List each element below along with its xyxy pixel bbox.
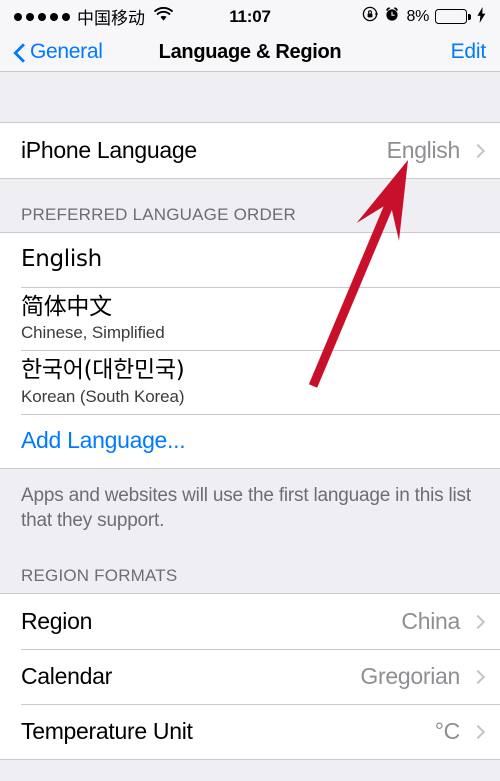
iphone-settings-screen: 中国移动 11:07 8% General Language & Region … [0,0,500,781]
row-temperature-unit-value: °C [434,718,461,745]
section-header-preferred-language-order: PREFERRED LANGUAGE ORDER [0,179,500,232]
row-calendar-value: Gregorian [360,663,460,690]
iphone-language-group: iPhone Language English [0,122,500,179]
row-temperature-unit[interactable]: Temperature Unit °C [0,704,500,760]
settings-content: iPhone Language English PREFERRED LANGUA… [0,72,500,761]
signal-strength-dots [14,12,70,21]
battery-percentage: 8% [406,7,429,25]
battery-icon [435,9,467,24]
preferred-language-footer-note: Apps and websites will use the first lan… [0,468,500,541]
row-calendar-label: Calendar [21,663,112,690]
row-calendar[interactable]: Calendar Gregorian [0,649,500,705]
language-native-name: 한국어(대한민국) [21,357,185,384]
add-language-label: Add Language... [21,427,186,454]
row-temperature-unit-label: Temperature Unit [21,718,193,745]
status-bar-right: 8% [362,6,486,27]
top-spacer [0,72,500,122]
navigation-bar: General Language & Region Edit [0,33,500,72]
row-iphone-language-value: English [386,137,461,163]
alarm-clock-icon [384,6,400,27]
language-english-name: Chinese, Simplified [21,323,165,343]
list-item-language[interactable]: 한국어(대한민국) Korean (South Korea) [0,350,500,414]
back-button-general[interactable]: General [14,40,103,64]
row-region[interactable]: Region China [0,594,500,650]
carrier-name: 中国移动 [77,9,145,29]
edit-button[interactable]: Edit [451,40,487,64]
language-native-name: 简体中文 [21,294,112,320]
list-item-language[interactable]: 简体中文 Chinese, Simplified [0,287,500,351]
region-formats-group: Region China Calendar Gregorian Temperat… [0,593,500,761]
rotation-lock-icon [362,6,379,27]
row-iphone-language-label: iPhone Language [21,137,197,163]
language-native-name: English [21,246,102,273]
row-iphone-language[interactable]: iPhone Language English [0,123,500,178]
preferred-language-group: English 简体中文 Chinese, Simplified 한국어(대한민… [0,232,500,469]
row-region-value: China [401,608,460,635]
lightning-bolt-icon [477,6,486,27]
section-header-region-formats: REGION FORMATS [0,540,500,594]
chevron-left-icon [14,43,25,62]
chevron-right-icon [470,143,486,158]
status-bar-left: 中国移动 [14,4,362,29]
language-english-name: Korean (South Korea) [21,386,185,406]
chevron-right-icon [470,669,486,684]
wifi-icon [154,6,173,27]
row-region-label: Region [21,608,93,635]
status-bar: 中国移动 11:07 8% [0,0,500,33]
chevron-right-icon [470,724,486,739]
list-item-language[interactable]: English [0,233,500,287]
add-language-button[interactable]: Add Language... [0,413,500,468]
back-button-label: General [30,40,103,63]
chevron-right-icon [470,614,486,629]
